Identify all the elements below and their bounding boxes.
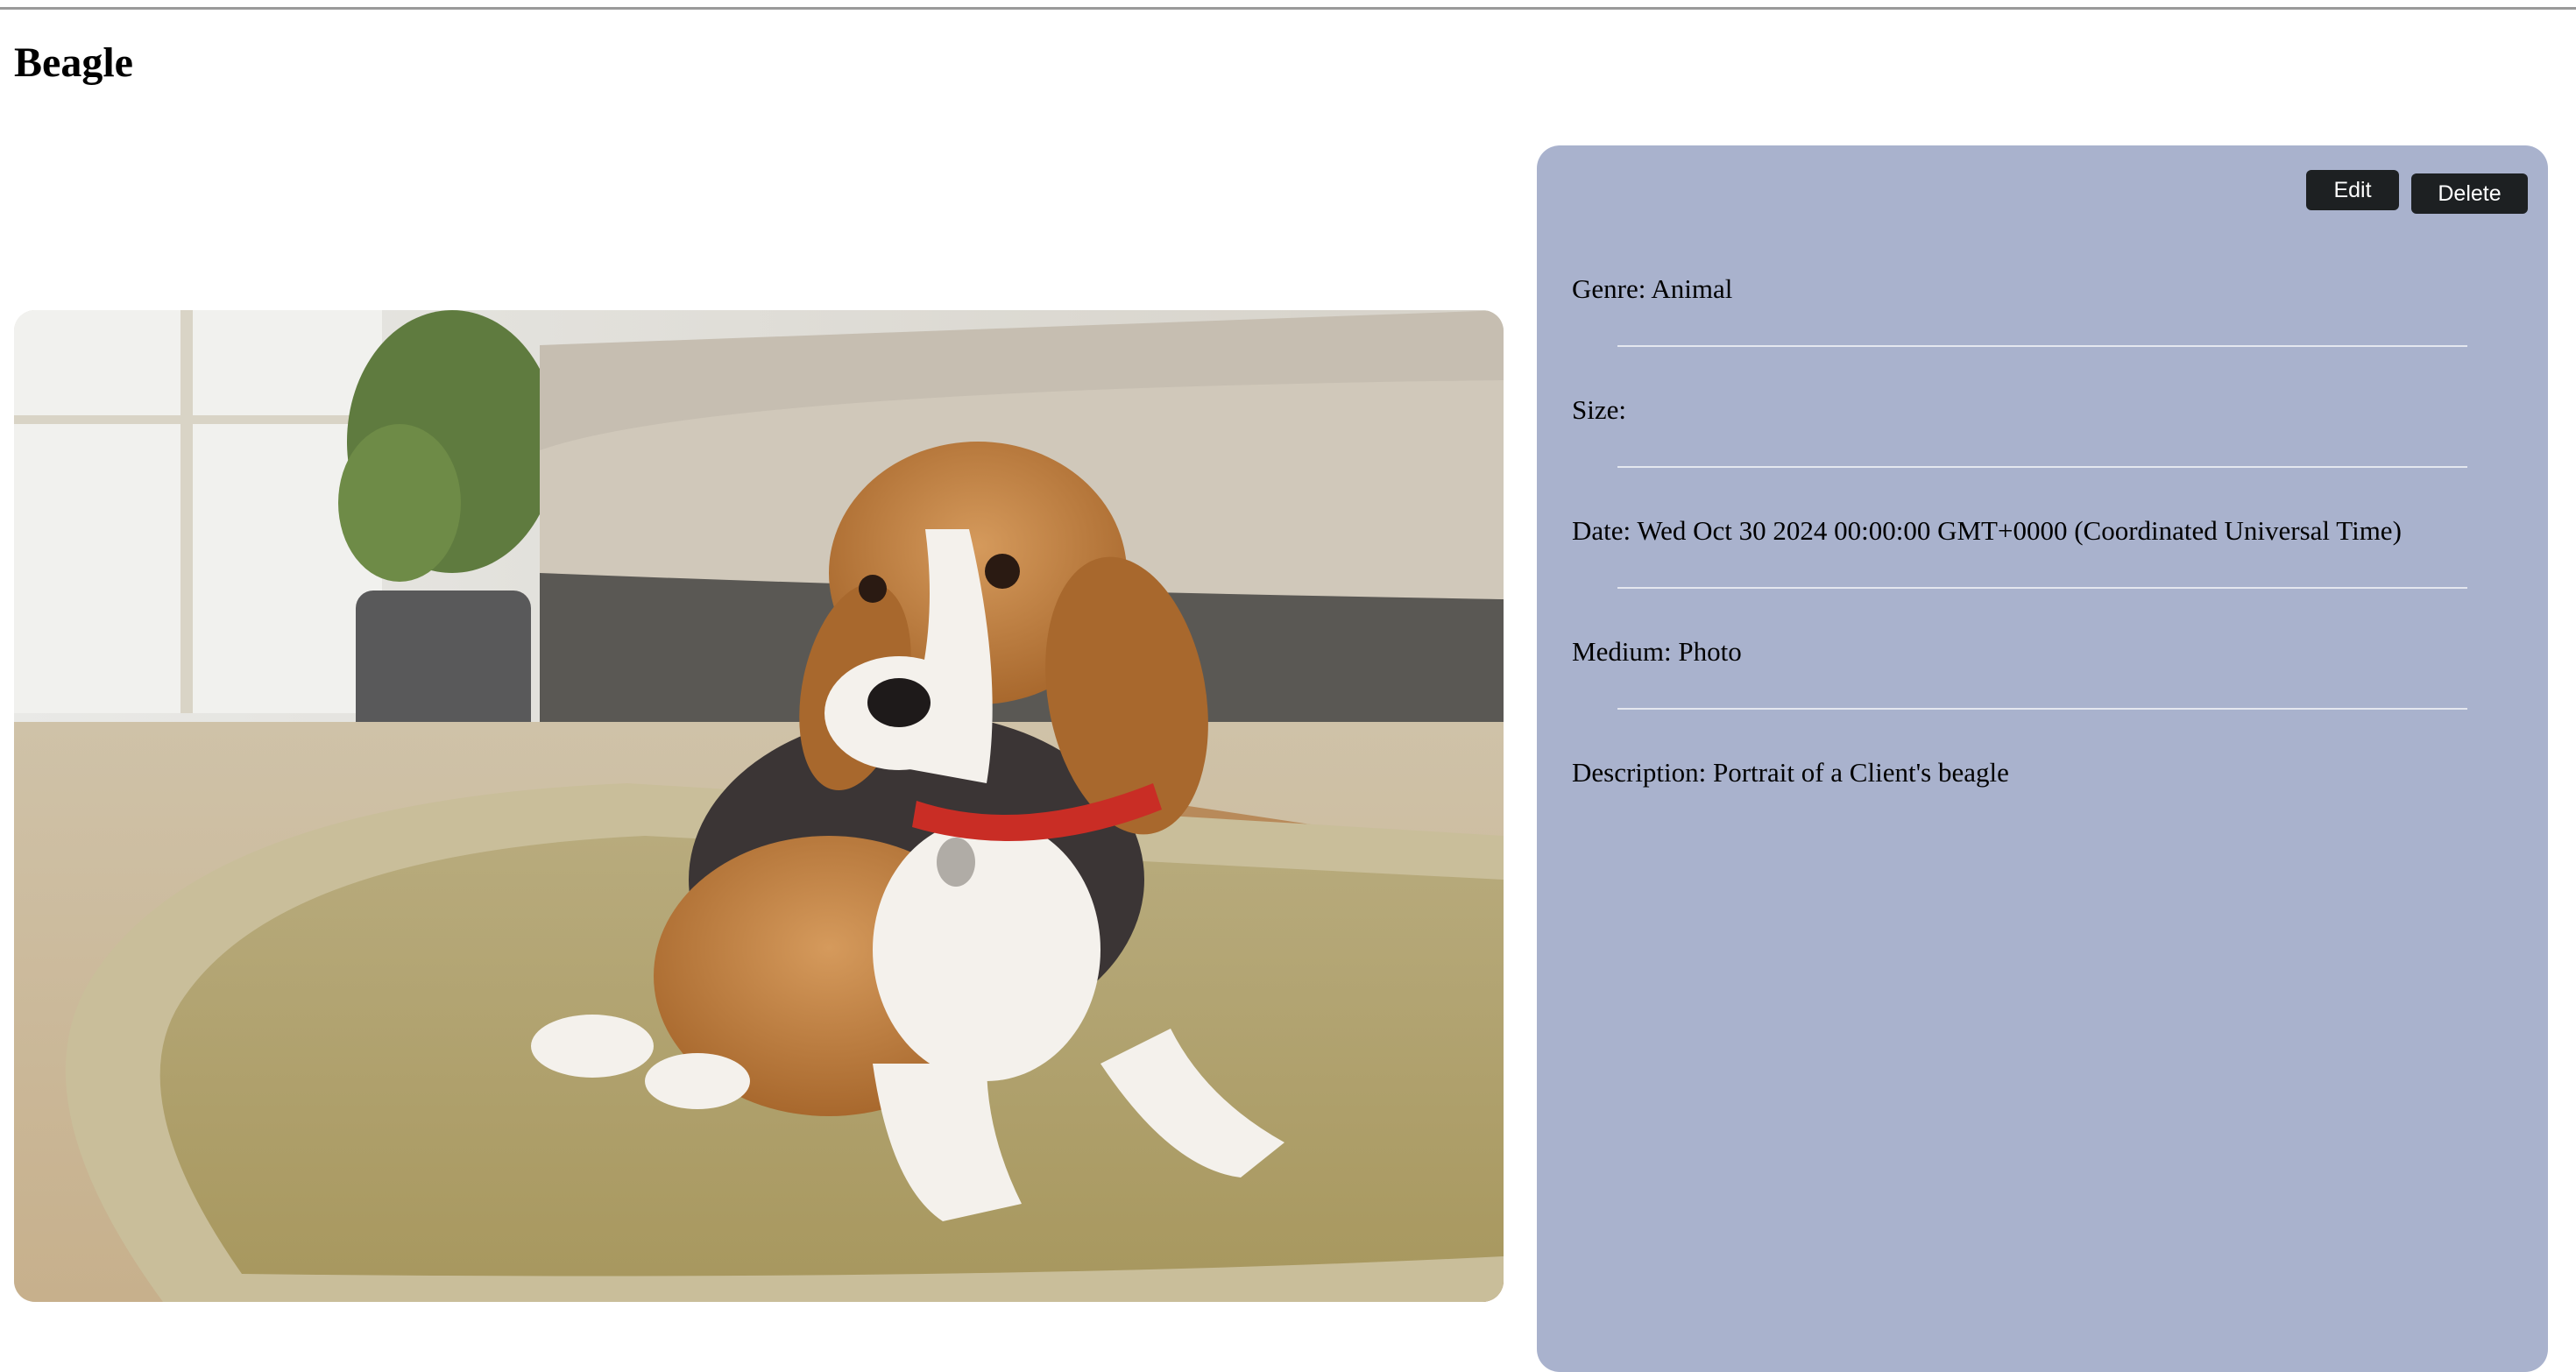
- page-title: Beagle: [14, 39, 133, 86]
- divider: [1617, 345, 2467, 347]
- description-field: Description: Portrait of a Client's beag…: [1572, 757, 2009, 788]
- delete-button[interactable]: Delete: [2411, 173, 2528, 214]
- divider: [1617, 587, 2467, 589]
- genre-field: Genre: Animal: [1572, 273, 1733, 304]
- artwork-photo: [14, 310, 1504, 1302]
- divider: [1617, 708, 2467, 710]
- edit-button[interactable]: Edit: [2306, 170, 2399, 210]
- date-field: Date: Wed Oct 30 2024 00:00:00 GMT+0000 …: [1572, 515, 2402, 546]
- details-panel: Edit Delete Genre: Animal Size: Date: We…: [1537, 145, 2548, 1372]
- top-rule: [0, 7, 2576, 10]
- beagle-photo-illustration: [14, 310, 1504, 1302]
- medium-field: Medium: Photo: [1572, 636, 1742, 667]
- size-field: Size:: [1572, 394, 1626, 425]
- divider: [1617, 466, 2467, 468]
